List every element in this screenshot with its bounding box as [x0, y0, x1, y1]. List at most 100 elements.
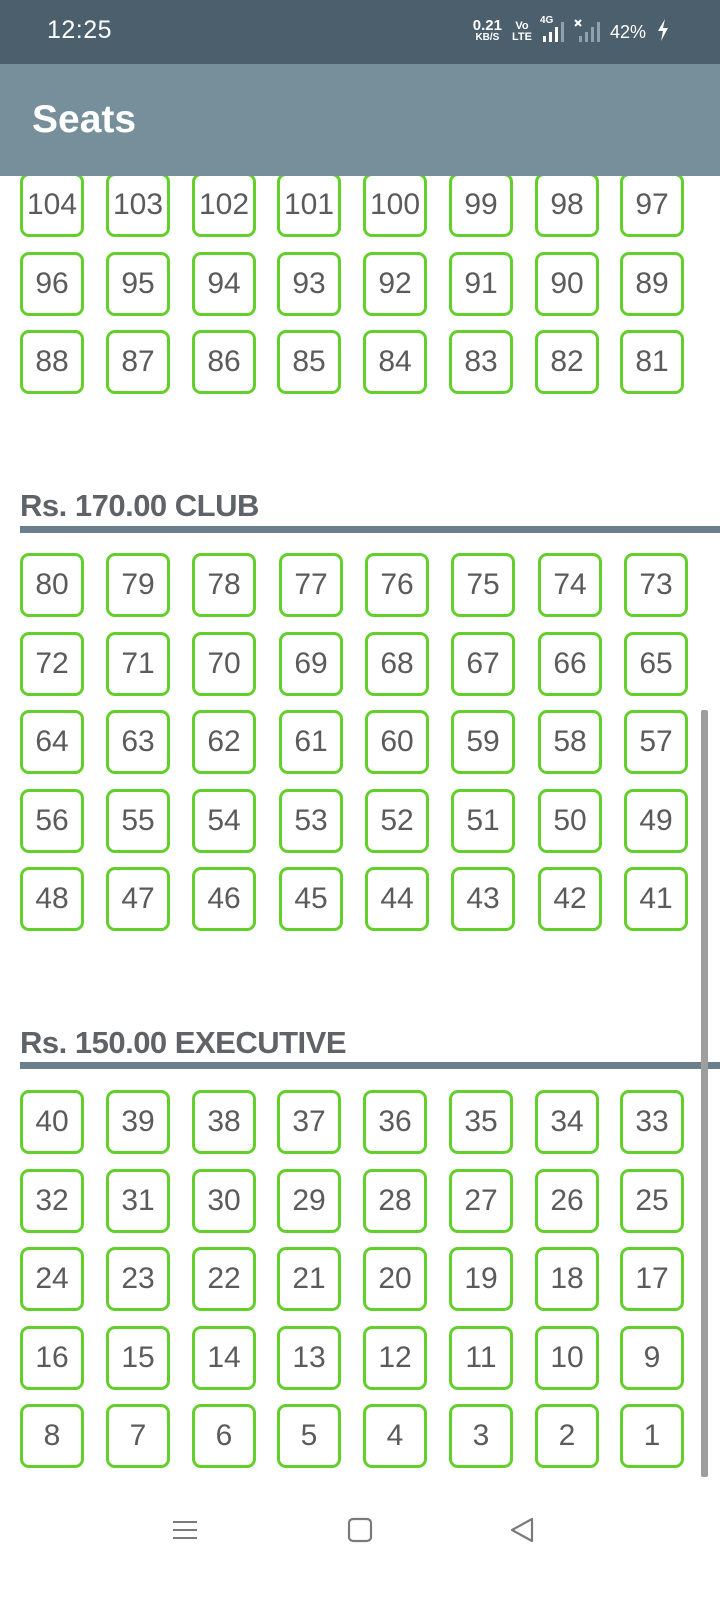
seat[interactable]: 62 — [192, 710, 256, 774]
seat[interactable]: 69 — [279, 632, 343, 696]
seat[interactable]: 77 — [279, 553, 343, 617]
seat[interactable]: 73 — [624, 553, 688, 617]
seat[interactable]: 27 — [449, 1169, 513, 1233]
seat[interactable]: 16 — [20, 1326, 84, 1390]
seat[interactable]: 17 — [620, 1247, 684, 1311]
seat[interactable]: 56 — [20, 789, 84, 853]
seat[interactable]: 10 — [535, 1326, 599, 1390]
seat[interactable]: 22 — [192, 1247, 256, 1311]
seat[interactable]: 93 — [277, 252, 341, 316]
seat[interactable]: 35 — [449, 1090, 513, 1154]
seat[interactable]: 80 — [20, 553, 84, 617]
seat[interactable]: 84 — [363, 330, 427, 394]
seat[interactable]: 72 — [20, 632, 84, 696]
seat[interactable]: 53 — [279, 789, 343, 853]
menu-icon[interactable] — [155, 1500, 215, 1560]
seat[interactable]: 21 — [277, 1247, 341, 1311]
seat[interactable]: 38 — [192, 1090, 256, 1154]
seat[interactable]: 74 — [538, 553, 602, 617]
seat[interactable]: 51 — [451, 789, 515, 853]
seat[interactable]: 104 — [20, 176, 84, 237]
seat[interactable]: 25 — [620, 1169, 684, 1233]
seat[interactable]: 55 — [106, 789, 170, 853]
seat[interactable]: 20 — [363, 1247, 427, 1311]
seat[interactable]: 97 — [620, 176, 684, 237]
seat[interactable]: 57 — [624, 710, 688, 774]
seat[interactable]: 45 — [279, 867, 343, 931]
seat[interactable]: 23 — [106, 1247, 170, 1311]
seat[interactable]: 29 — [277, 1169, 341, 1233]
seat[interactable]: 13 — [277, 1326, 341, 1390]
seat[interactable]: 90 — [535, 252, 599, 316]
seat[interactable]: 96 — [20, 252, 84, 316]
seat[interactable]: 12 — [363, 1326, 427, 1390]
seat[interactable]: 91 — [449, 252, 513, 316]
seat[interactable]: 65 — [624, 632, 688, 696]
seat[interactable]: 2 — [535, 1404, 599, 1468]
seat[interactable]: 83 — [449, 330, 513, 394]
seat[interactable]: 95 — [106, 252, 170, 316]
seat[interactable]: 58 — [538, 710, 602, 774]
seat[interactable]: 70 — [192, 632, 256, 696]
seat[interactable]: 50 — [538, 789, 602, 853]
seat[interactable]: 46 — [192, 867, 256, 931]
seat[interactable]: 61 — [279, 710, 343, 774]
seat[interactable]: 28 — [363, 1169, 427, 1233]
seat[interactable]: 88 — [20, 330, 84, 394]
seat[interactable]: 1 — [620, 1404, 684, 1468]
seat[interactable]: 78 — [192, 553, 256, 617]
seat[interactable]: 37 — [277, 1090, 341, 1154]
seat-map[interactable]: 104 103 102 101 100 99 98 97 96 95 94 93… — [0, 176, 720, 1524]
seat[interactable]: 40 — [20, 1090, 84, 1154]
seat[interactable]: 102 — [192, 176, 256, 237]
seat[interactable]: 39 — [106, 1090, 170, 1154]
seat[interactable]: 30 — [192, 1169, 256, 1233]
seat[interactable]: 71 — [106, 632, 170, 696]
seat[interactable]: 63 — [106, 710, 170, 774]
seat[interactable]: 4 — [363, 1404, 427, 1468]
seat[interactable]: 44 — [365, 867, 429, 931]
seat[interactable]: 100 — [363, 176, 427, 237]
seat[interactable]: 36 — [363, 1090, 427, 1154]
seat[interactable]: 24 — [20, 1247, 84, 1311]
seat[interactable]: 64 — [20, 710, 84, 774]
scrollbar[interactable] — [701, 710, 708, 1477]
seat[interactable]: 68 — [365, 632, 429, 696]
seat[interactable]: 48 — [20, 867, 84, 931]
seat[interactable]: 66 — [538, 632, 602, 696]
seat[interactable]: 15 — [106, 1326, 170, 1390]
seat[interactable]: 14 — [192, 1326, 256, 1390]
back-icon[interactable] — [492, 1500, 552, 1560]
seat[interactable]: 49 — [624, 789, 688, 853]
seat[interactable]: 7 — [106, 1404, 170, 1468]
seat[interactable]: 47 — [106, 867, 170, 931]
seat[interactable]: 8 — [20, 1404, 84, 1468]
seat[interactable]: 34 — [535, 1090, 599, 1154]
seat[interactable]: 59 — [451, 710, 515, 774]
seat[interactable]: 42 — [538, 867, 602, 931]
seat[interactable]: 19 — [449, 1247, 513, 1311]
seat[interactable]: 87 — [106, 330, 170, 394]
seat[interactable]: 43 — [451, 867, 515, 931]
seat[interactable]: 98 — [535, 176, 599, 237]
seat[interactable]: 94 — [192, 252, 256, 316]
seat[interactable]: 9 — [620, 1326, 684, 1390]
seat[interactable]: 67 — [451, 632, 515, 696]
seat[interactable]: 79 — [106, 553, 170, 617]
seat[interactable]: 3 — [449, 1404, 513, 1468]
home-icon[interactable] — [330, 1500, 390, 1560]
seat[interactable]: 76 — [365, 553, 429, 617]
seat[interactable]: 89 — [620, 252, 684, 316]
seat[interactable]: 6 — [192, 1404, 256, 1468]
seat[interactable]: 99 — [449, 176, 513, 237]
seat[interactable]: 54 — [192, 789, 256, 853]
seat[interactable]: 81 — [620, 330, 684, 394]
seat[interactable]: 5 — [277, 1404, 341, 1468]
seat[interactable]: 41 — [624, 867, 688, 931]
seat[interactable]: 32 — [20, 1169, 84, 1233]
seat[interactable]: 18 — [535, 1247, 599, 1311]
seat[interactable]: 33 — [620, 1090, 684, 1154]
seat[interactable]: 103 — [106, 176, 170, 237]
seat[interactable]: 31 — [106, 1169, 170, 1233]
seat[interactable]: 11 — [449, 1326, 513, 1390]
